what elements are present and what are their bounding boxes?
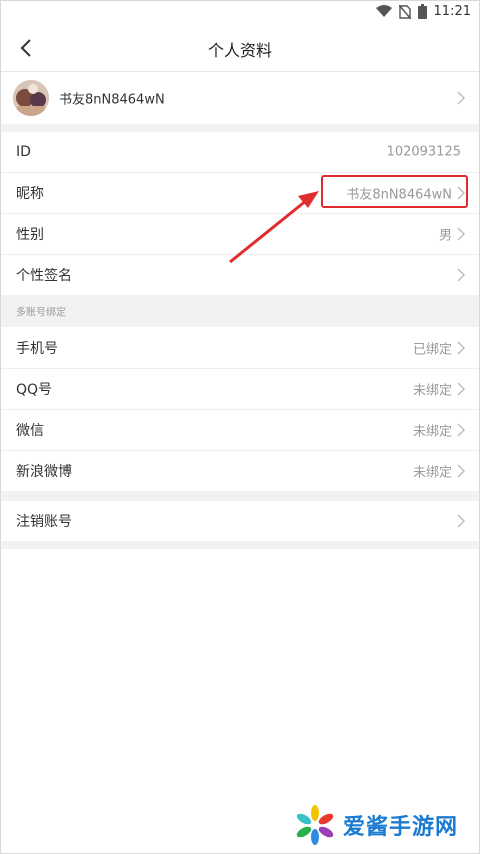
section-gap <box>1 541 479 549</box>
chevron-right-icon <box>457 227 465 241</box>
section-gap <box>1 124 479 132</box>
status-bar: 11:21 <box>1 1 479 25</box>
field-value: 102093125 <box>386 144 461 160</box>
field-label: 个性签名 <box>16 268 72 284</box>
field-value: 男 <box>438 228 452 244</box>
field-value: 书友8nN8464wN <box>346 187 452 203</box>
cancel-account-row[interactable]: 注销账号 <box>1 501 479 541</box>
app-screen: 11:21 个人资料 书友8nN8464wN ID 102093125 昵称 书… <box>0 0 480 854</box>
watermark-text: 爱酱手游网 <box>343 815 459 840</box>
chevron-right-icon <box>457 186 465 200</box>
binding-status: 未绑定 <box>412 424 452 440</box>
chevron-right-icon <box>457 514 465 528</box>
binding-label: 微信 <box>16 423 44 439</box>
binding-label: 手机号 <box>16 340 58 357</box>
field-row-signature[interactable]: 个性签名 <box>1 255 479 295</box>
field-row-id: ID 102093125 <box>1 132 479 172</box>
page-title: 个人资料 <box>207 41 272 60</box>
binding-label: QQ号 <box>16 382 53 398</box>
field-label: 性别 <box>16 227 44 243</box>
field-label: 昵称 <box>16 186 44 202</box>
binding-row-wechat[interactable]: 微信 未绑定 <box>1 410 479 450</box>
avatar <box>13 80 49 116</box>
section-header: 多账号绑定 <box>1 295 479 327</box>
field-label: ID <box>16 144 31 160</box>
binding-row-weibo[interactable]: 新浪微博 未绑定 <box>1 451 479 491</box>
chevron-right-icon <box>457 341 465 354</box>
binding-status: 未绑定 <box>412 465 452 481</box>
binding-row-phone[interactable]: 手机号 已绑定 <box>1 327 479 368</box>
binding-status: 已绑定 <box>412 342 452 357</box>
section-gap <box>1 491 479 501</box>
no-sim-icon <box>398 4 411 19</box>
clock-text: 11:21 <box>433 4 471 19</box>
chevron-right-icon <box>457 382 465 396</box>
chevron-right-icon <box>457 464 465 478</box>
battery-icon <box>417 4 427 19</box>
cancel-account-label: 注销账号 <box>16 514 72 530</box>
profile-name: 书友8nN8464wN <box>59 92 165 108</box>
field-row-nickname[interactable]: 昵称 书友8nN8464wN <box>1 173 479 213</box>
nav-bar: 个人资料 <box>1 25 479 72</box>
watermark: 爱酱手游网 <box>293 805 458 845</box>
binding-row-qq[interactable]: QQ号 未绑定 <box>1 369 479 409</box>
wifi-icon <box>375 5 392 18</box>
chevron-right-icon <box>457 268 465 282</box>
section-title: 多账号绑定 <box>16 307 66 319</box>
profile-row[interactable]: 书友8nN8464wN <box>1 72 479 124</box>
binding-status: 未绑定 <box>412 383 452 399</box>
flower-logo-icon <box>296 805 334 845</box>
chevron-right-icon <box>457 91 465 105</box>
field-row-gender[interactable]: 性别 男 <box>1 214 479 254</box>
chevron-right-icon <box>457 423 465 437</box>
binding-label: 新浪微博 <box>16 464 72 480</box>
